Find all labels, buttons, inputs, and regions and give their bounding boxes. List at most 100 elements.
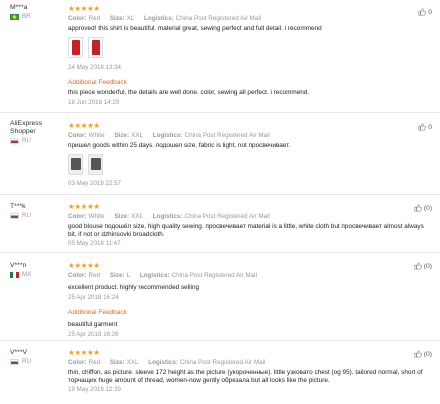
size-label: Size: [109, 359, 125, 366]
star-rating: ★★★★★ [68, 348, 100, 357]
logistics-label: Logistics: [139, 272, 170, 279]
helpful-button[interactable]: (0) [414, 204, 432, 212]
review-text: approved! this shirt is beautiful. mater… [68, 25, 322, 32]
thumbs-up-icon [414, 204, 422, 212]
additional-feedback-title: Additional Feedback [68, 79, 127, 86]
logistics-label: Logistics: [148, 359, 178, 366]
review-content: ★★★★★ Color: White Size: XXL Logistics: Chi… [68, 122, 428, 188]
review-photos [68, 37, 428, 58]
reviewer-country: MX [10, 271, 66, 278]
russia-flag-icon [10, 358, 19, 365]
color-label: Color: [68, 132, 87, 139]
additional-feedback-date: 18 Jun 2018 14:29 [68, 99, 120, 106]
review-item: T***k RU ★★★★★ Color: White Size: XXL Logi… [0, 195, 440, 253]
review-content: ★★★★★ Color: Red Size: L Logistics: China P… [68, 262, 428, 339]
helpful-count: (0) [423, 262, 432, 270]
review-date: 25 Apr 2018 16:24 [68, 294, 119, 301]
review-item: AliExpress Shopper RU ★★★★★ Color: White … [0, 113, 440, 195]
logistics-label: Logistics: [144, 15, 174, 22]
review-item: M***a BR ★★★★★ Color: Red Size: XL Logisti… [0, 0, 440, 113]
helpful-button[interactable]: 0 [418, 8, 432, 16]
size-value: XXL [131, 132, 144, 139]
review-photo[interactable] [88, 154, 103, 175]
russia-flag-icon [10, 212, 19, 219]
review-item: V***n MX ★★★★★ Color: Red Size: L Logistic… [0, 253, 440, 341]
order-info: Color: Red Size: XXL Logistics: China Post … [68, 359, 428, 367]
helpful-count: 0 [428, 123, 432, 131]
mexico-flag-icon [10, 271, 19, 278]
review-text: пришел goods within 25 days. подошел siz… [68, 142, 291, 149]
thumbs-up-icon [418, 8, 427, 16]
color-label: Color: [68, 272, 87, 279]
order-info: Color: White Size: XXL Logistics: China Pos… [68, 132, 428, 140]
reviewer-info: M***a BR [10, 4, 66, 20]
star-rating: ★★★★★ [68, 4, 100, 13]
review-content: ★★★★★ Color: White Size: XXL Logistics: Chi… [68, 203, 428, 248]
color-value: White [88, 213, 105, 220]
size-label: Size: [114, 213, 130, 220]
size-value: L [126, 272, 131, 279]
review-photo[interactable] [88, 37, 103, 58]
order-info: Color: Red Size: XL Logistics: China Post R… [68, 15, 428, 23]
review-content: ★★★★★ Color: Red Size: XL Logistics: China … [68, 5, 428, 107]
helpful-button[interactable]: 0 [418, 123, 432, 131]
star-rating: ★★★★★ [68, 261, 100, 270]
color-label: Color: [68, 359, 87, 366]
reviewer-name: AliExpress Shopper [10, 120, 43, 135]
star-rating: ★★★★★ [68, 202, 100, 211]
helpful-button[interactable]: (0) [414, 350, 432, 358]
review-date: 03 May 2018 22:57 [68, 180, 121, 187]
reviewer-country: RU [10, 137, 66, 144]
size-value: XXL [126, 359, 139, 366]
review-photos [68, 154, 428, 175]
reviewer-country: RU [10, 212, 66, 219]
color-label: Color: [68, 213, 87, 220]
country-code: RU [22, 212, 31, 219]
color-value: Red [88, 272, 101, 279]
reviewer-info: V***n MX [10, 262, 66, 278]
color-value: Red [88, 15, 101, 22]
reviewer-name: T***k [10, 203, 26, 210]
review-text: good blouse подошёл size, high quality s… [68, 223, 424, 238]
thumbs-up-icon [418, 123, 427, 131]
thumbs-up-icon [414, 262, 422, 270]
helpful-button[interactable]: (0) [414, 262, 432, 270]
size-label: Size: [114, 132, 130, 139]
color-value: Red [88, 359, 101, 366]
logistics-value: China Post Registered Air Mail [184, 213, 270, 220]
reviewer-info: V***V RU [10, 349, 66, 365]
logistics-value: China Post Registered Air Mail [175, 15, 262, 22]
additional-feedback-date: 25 Apr 2018 16:26 [68, 331, 119, 338]
logistics-value: China Post Registered Air Mail [179, 359, 266, 366]
reviewer-name: V***n [10, 262, 27, 269]
russia-flag-icon [10, 137, 19, 144]
size-value: XL [126, 15, 135, 22]
review-date: 05 May 2018 11:47 [68, 240, 121, 247]
review-photo[interactable] [68, 37, 83, 58]
review-item: V***V RU ★★★★★ Color: Red Size: XXL Logist… [0, 341, 440, 404]
logistics-value: China Post Registered Air Mail [184, 132, 270, 139]
helpful-count: (0) [423, 350, 432, 358]
review-date: 19 May 2018 12:39 [68, 386, 121, 393]
star-rating: ★★★★★ [68, 121, 100, 130]
review-text: excellent product. highly recommended se… [68, 284, 200, 291]
country-code: RU [22, 137, 31, 144]
helpful-count: (0) [423, 204, 432, 212]
reviewer-info: AliExpress Shopper RU [10, 120, 66, 144]
reviewer-name: M***a [10, 4, 28, 11]
country-code: RU [22, 358, 31, 365]
country-code: MX [22, 271, 32, 278]
logistics-label: Logistics: [152, 213, 183, 220]
size-label: Size: [109, 15, 125, 22]
thumbs-up-icon [414, 350, 422, 358]
brazil-flag-icon [10, 13, 19, 20]
additional-feedback-text: this piece wonderful, the details are we… [68, 89, 310, 96]
reviewer-name: V***V [10, 349, 28, 356]
review-content: ★★★★★ Color: Red Size: XXL Logistics: China… [68, 349, 428, 394]
order-info: Color: White Size: XXL Logistics: China Pos… [68, 213, 428, 221]
country-code: BR [22, 13, 31, 20]
size-label: Size: [109, 272, 125, 279]
helpful-count: 0 [428, 8, 432, 16]
additional-feedback-title: Additional Feedback [68, 309, 127, 316]
review-photo[interactable] [68, 154, 83, 175]
